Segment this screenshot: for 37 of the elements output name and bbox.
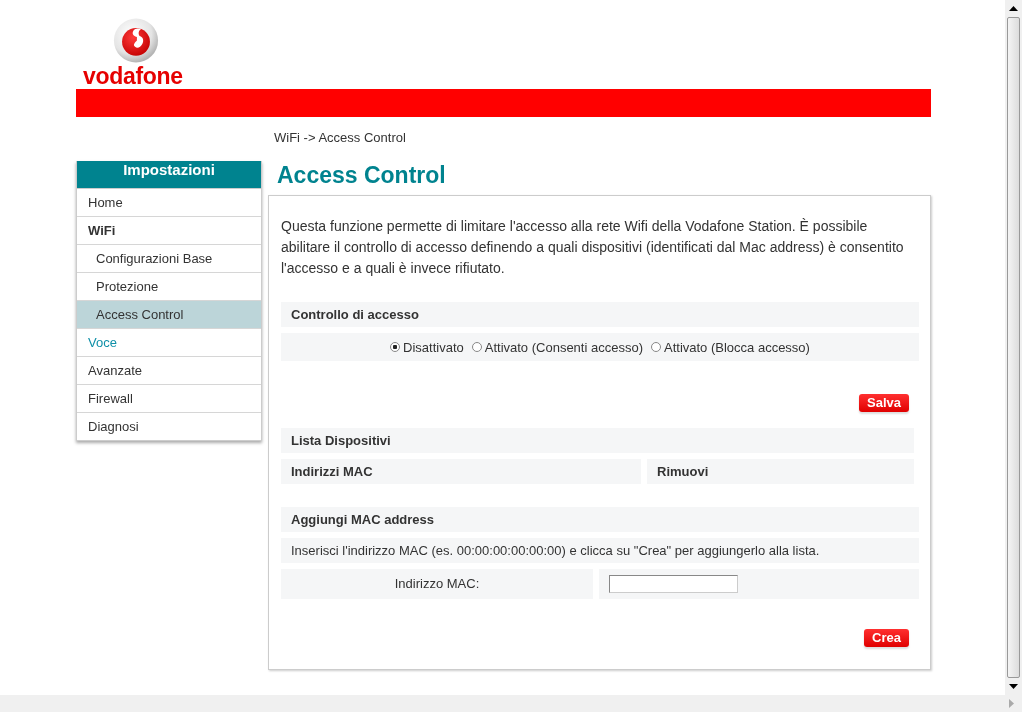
radio-button[interactable] (471, 342, 482, 352)
sidebar-item[interactable]: WiFi (77, 216, 261, 244)
logo-wordmark: vodafone (83, 63, 183, 89)
field-label: Indirizzo MAC: (394, 576, 480, 591)
sidebar-item[interactable]: Access Control (77, 300, 261, 328)
sidebar-item[interactable]: Firewall (77, 384, 261, 412)
section-title: Aggiungi MAC address (291, 512, 434, 527)
sidebar-item[interactable]: Protezione (77, 272, 261, 300)
description-text: Questa funzione permette di limitare l'accesso alla rete Wifi della Vodafone Station. È possibile abilitare il controllo di accesso definendo a quali dispositivi (identificati dal Mac address) è consentito l'accesso e a quali è invece rifiutato. (281, 217, 905, 278)
radio-option[interactable]: Attivato (Consenti accesso) (471, 339, 643, 355)
speech-mark-circle-icon (111, 18, 161, 63)
save-button[interactable]: Salva (859, 394, 909, 412)
mac-address-input[interactable] (609, 575, 738, 593)
scroll-up-icon[interactable] (1009, 6, 1018, 11)
sidebar-item[interactable]: Diagnosi (77, 412, 261, 440)
vertical-scrollbar[interactable] (1005, 0, 1022, 695)
horizontal-scrollbar[interactable] (0, 695, 1022, 712)
radio-button[interactable] (651, 342, 661, 352)
breadcrumb: WiFi -> Access Control (274, 130, 406, 145)
sidebar-item[interactable]: Configurazioni Base (77, 244, 261, 272)
section-title: Lista Dispositivi (291, 433, 391, 448)
scroll-down-icon[interactable] (1009, 684, 1018, 689)
scroll-right-icon[interactable] (1009, 699, 1014, 708)
hint-text: Inserisci l'indirizzo MAC (es. 00:00:00:00:00:00) e clicca su "Crea" per aggiungerlo alla lista. (291, 543, 820, 558)
sidebar-item[interactable]: Avanzate (77, 356, 261, 384)
radio-option[interactable]: Disattivato (390, 339, 464, 355)
sidebar-item[interactable]: Home (77, 188, 261, 216)
sidebar-item[interactable]: Voce (77, 328, 261, 356)
section-title: Controllo di accesso (291, 307, 419, 322)
create-button[interactable]: Crea (864, 629, 909, 647)
column-header: Rimuovi (647, 459, 914, 484)
radio-option[interactable]: Attivato (Blocca accesso) (651, 339, 810, 355)
sidebar-title: Impostazioni (77, 161, 261, 188)
page-title: Access Control (276, 161, 447, 190)
column-header: Indirizzi MAC (281, 459, 641, 484)
scrollbar-thumb[interactable] (1007, 17, 1020, 678)
radio-button[interactable] (390, 342, 401, 352)
